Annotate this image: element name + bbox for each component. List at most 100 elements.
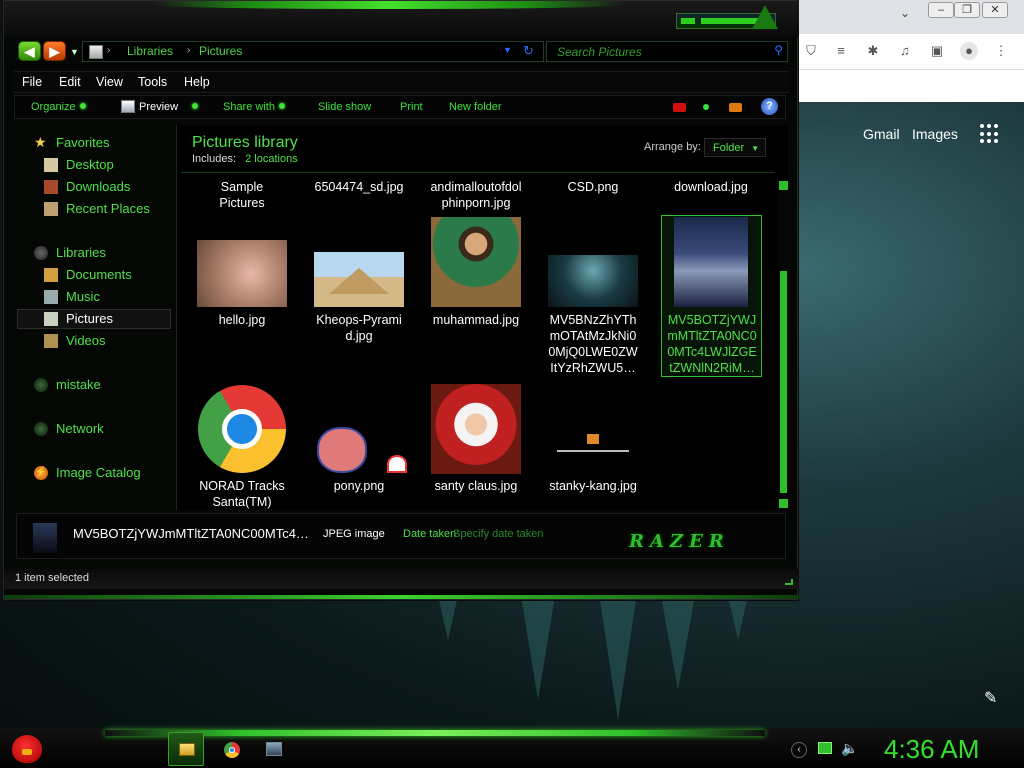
menu-file[interactable]: File <box>22 75 42 89</box>
list-item[interactable]: santy claus.jpg <box>426 384 526 509</box>
taskbar-settings-button[interactable] <box>256 732 292 766</box>
stanky-kang-sprite <box>587 434 599 444</box>
menu-tools[interactable]: Tools <box>138 75 167 89</box>
restore-button[interactable]: ❐ <box>954 2 980 18</box>
list-item[interactable]: muhammad.jpg <box>426 217 526 347</box>
new-folder-button[interactable]: New folder <box>449 101 502 113</box>
angry-bird-beak <box>22 749 32 755</box>
documents-icon <box>44 268 58 282</box>
side-panel-icon[interactable]: ▣ <box>928 42 946 60</box>
customize-pencil-icon[interactable]: ✎ <box>984 688 997 708</box>
search-input[interactable]: Search Pictures ⚲ <box>546 41 788 62</box>
history-dropdown-icon[interactable]: ▼ <box>70 47 79 57</box>
search-icon[interactable]: ⚲ <box>774 43 783 57</box>
preview-pane-icon[interactable] <box>729 103 742 112</box>
print-button[interactable]: Print <box>400 101 423 113</box>
menu-view[interactable]: View <box>96 75 123 89</box>
menu-help[interactable]: Help <box>184 75 210 89</box>
search-placeholder: Search Pictures <box>557 45 642 59</box>
ublock-icon[interactable]: ⛉ <box>802 42 820 60</box>
dark-poster-thumbnail <box>548 255 638 307</box>
taskbar-chrome-button[interactable] <box>214 732 250 766</box>
portrait-thumbnail <box>431 217 521 307</box>
details-date-value[interactable]: Specify date taken <box>453 528 544 540</box>
title-glow <box>154 1 624 9</box>
slide-show-button[interactable]: Slide show <box>318 101 371 113</box>
taskbar-clock[interactable]: 4:36 AM <box>884 734 979 765</box>
share-with-button[interactable]: Share with <box>223 101 285 113</box>
help-icon[interactable]: ? <box>761 98 778 115</box>
list-item[interactable]: download.jpg <box>661 179 761 199</box>
scroll-thumb[interactable] <box>780 271 787 493</box>
tab-search-chevron-icon[interactable]: ⌄ <box>900 6 910 20</box>
taskbar-explorer-button[interactable] <box>168 732 204 766</box>
breadcrumb-pictures[interactable]: Pictures <box>199 44 242 58</box>
resize-grip-icon[interactable] <box>785 579 793 585</box>
details-file-name: MV5BOTZjYWJmMTltZTA0NC00MTc4… <box>73 526 309 541</box>
network-icon <box>34 422 48 436</box>
title-bar[interactable] <box>4 1 799 37</box>
arrange-by-dropdown[interactable]: Folder ▼ <box>704 138 766 157</box>
list-item[interactable]: CSD.png <box>543 179 643 199</box>
library-folder-icon <box>89 45 103 59</box>
list-item[interactable]: stanky-kang.jpg <box>543 420 643 500</box>
minimize-button[interactable]: – <box>928 2 954 18</box>
vertical-scrollbar[interactable] <box>778 181 789 510</box>
extension-flag-icon[interactable]: ≡ <box>832 42 850 60</box>
libraries-icon <box>34 246 48 260</box>
desktop-icon <box>44 158 58 172</box>
recent-places-icon <box>44 202 58 216</box>
chevron-down-icon: ▼ <box>751 144 760 153</box>
show-hidden-icons-icon[interactable]: ‹ <box>791 742 807 758</box>
profile-avatar-icon[interactable]: ● <box>960 42 978 60</box>
navigation-pane: ★ Favorites Desktop Downloads Recent Plac… <box>14 125 174 510</box>
forward-button[interactable]: ▶ <box>43 41 66 61</box>
list-item[interactable]: NORAD Tracks Santa(TM) <box>192 385 292 510</box>
browser-window: ⌄ – ❐ ✕ ⛉ ≡ ✱ ♫ ▣ ● ⋮ <box>796 0 1024 102</box>
list-item[interactable]: MV5BNzZhYTh mOTAtMzJkNi0 0MjQ0LWE0ZW ItY… <box>543 255 643 380</box>
list-item[interactable]: Sample Pictures <box>192 179 292 219</box>
chrome-icon <box>224 742 240 758</box>
address-bar[interactable]: › Libraries › Pictures ▼ ↻ <box>82 41 544 62</box>
browser-menu-icon[interactable]: ⋮ <box>992 42 1010 60</box>
list-item[interactable]: Kheops-Pyrami d.jpg <box>309 240 409 350</box>
view-dropdown-icon[interactable] <box>703 104 709 110</box>
refresh-icon[interactable]: ↻ <box>523 43 534 59</box>
list-item[interactable]: pony.png <box>309 407 409 507</box>
includes-locations-link[interactable]: 2 locations <box>245 153 298 165</box>
scroll-down-arrow[interactable] <box>779 499 788 508</box>
file-list-pane: Pictures library Includes: 2 locations A… <box>176 125 789 510</box>
start-button[interactable] <box>8 729 48 767</box>
volume-icon[interactable]: 🔈 <box>841 740 858 757</box>
stanky-kang-caption-line <box>557 450 629 452</box>
view-options-icon[interactable] <box>673 103 686 112</box>
list-item-selected[interactable]: MV5BOTZjYWJ mMTltZTA0NC0 0MTc4LWJlZGE tZ… <box>662 217 762 377</box>
google-apps-icon[interactable] <box>980 124 1000 144</box>
pictures-icon <box>44 312 58 326</box>
homegroup-icon <box>34 378 48 392</box>
puzzle-extensions-icon[interactable]: ✱ <box>864 42 882 60</box>
taskbar-glow <box>105 730 765 736</box>
window-bottom-glow <box>4 595 799 599</box>
details-thumbnail <box>33 523 57 553</box>
breadcrumb-arrow-icon[interactable]: › <box>187 45 190 56</box>
list-item[interactable]: hello.jpg <box>192 240 292 340</box>
close-button[interactable]: ✕ <box>982 2 1008 18</box>
folder-icon <box>179 743 195 756</box>
menu-edit[interactable]: Edit <box>59 75 81 89</box>
preview-button[interactable]: Preview <box>139 101 199 113</box>
list-item[interactable]: 6504474_sd.jpg <box>309 179 409 199</box>
back-button[interactable]: ◀ <box>18 41 41 61</box>
gmail-link[interactable]: Gmail <box>863 126 900 142</box>
media-controls-icon[interactable]: ♫ <box>896 42 914 60</box>
list-item[interactable]: andimalloutofdol phinporn.jpg <box>426 179 526 219</box>
address-dropdown-icon[interactable]: ▼ <box>503 45 512 55</box>
images-link[interactable]: Images <box>912 126 958 142</box>
scroll-up-arrow[interactable] <box>779 181 788 190</box>
organize-button[interactable]: Organize <box>31 101 86 113</box>
status-bar: 1 item selected <box>4 569 799 589</box>
breadcrumb-libraries[interactable]: Libraries <box>127 44 173 58</box>
taskbar: ‹ 🔈 4:36 AM <box>0 728 1024 768</box>
breadcrumb-arrow-icon[interactable]: › <box>107 45 110 56</box>
network-tray-icon[interactable] <box>818 742 832 754</box>
